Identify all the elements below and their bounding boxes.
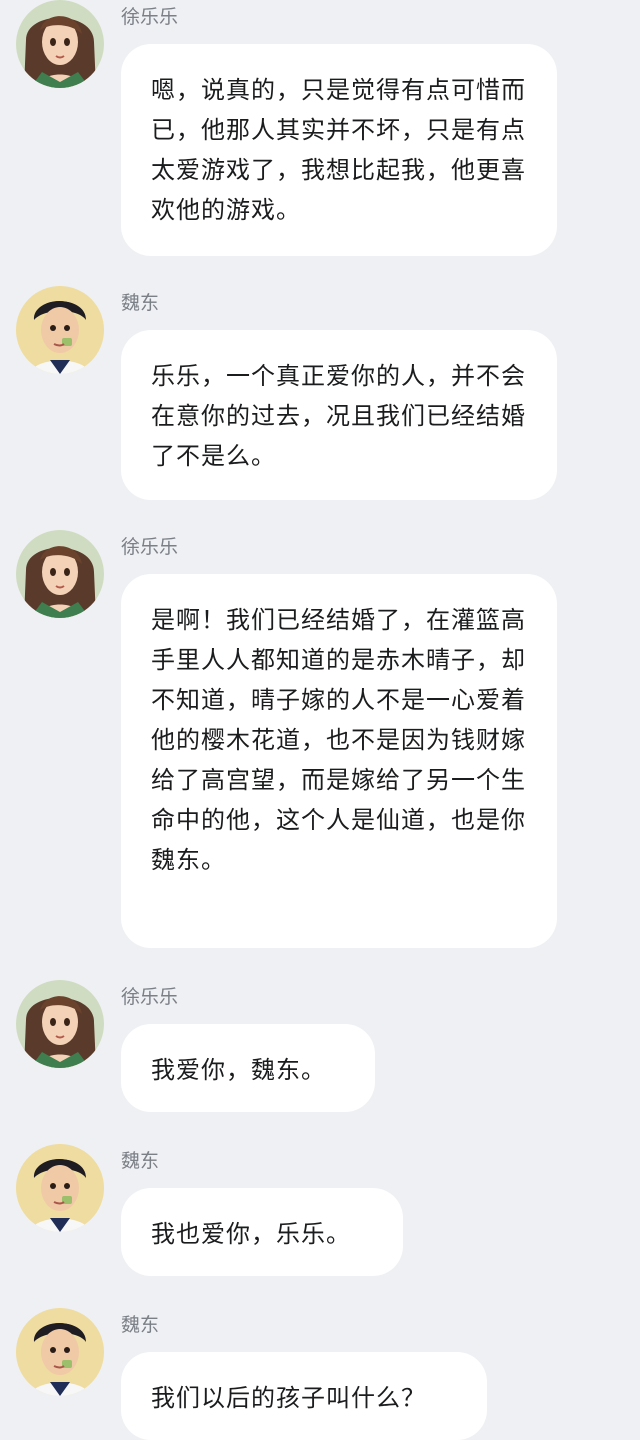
sender-name: 魏东 (121, 1314, 160, 1336)
man-with-dark-hair-avatar-icon (16, 286, 104, 374)
girl-with-brown-hair-avatar-icon (16, 530, 104, 618)
chat-message: 魏东 我们以后的孩子叫什么？ (0, 1308, 640, 1440)
chat-message: 徐乐乐 我爱你，魏东。 (0, 980, 640, 1120)
man-with-dark-hair-avatar-icon (16, 1144, 104, 1232)
chat-message: 魏东 乐乐，一个真正爱你的人，并不会在意你的过去，况且我们已经结婚了不是么。 (0, 286, 640, 506)
sender-name: 徐乐乐 (121, 536, 179, 558)
chat-message: 徐乐乐 是啊！我们已经结婚了，在灌篮高手里人人都知道的是赤木晴子，却不知道，晴子… (0, 530, 640, 950)
message-bubble[interactable]: 我爱你，魏东。 (121, 1024, 375, 1112)
avatar[interactable] (16, 530, 104, 618)
avatar[interactable] (16, 1308, 104, 1396)
girl-with-brown-hair-avatar-icon (16, 980, 104, 1068)
chat-message: 魏东 我也爱你，乐乐。 (0, 1144, 640, 1284)
message-bubble[interactable]: 是啊！我们已经结婚了，在灌篮高手里人人都知道的是赤木晴子，却不知道，晴子嫁的人不… (121, 574, 557, 948)
message-bubble[interactable]: 我们以后的孩子叫什么？ (121, 1352, 487, 1440)
sender-name: 徐乐乐 (121, 986, 179, 1008)
message-bubble[interactable]: 嗯，说真的，只是觉得有点可惜而已，他那人其实并不坏，只是有点太爱游戏了，我想比起… (121, 44, 557, 256)
man-with-dark-hair-avatar-icon (16, 1308, 104, 1396)
chat-message: 徐乐乐 嗯，说真的，只是觉得有点可惜而已，他那人其实并不坏，只是有点太爱游戏了，… (0, 0, 640, 270)
avatar[interactable] (16, 0, 104, 88)
sender-name: 魏东 (121, 1150, 160, 1172)
sender-name: 魏东 (121, 292, 160, 314)
message-bubble[interactable]: 乐乐，一个真正爱你的人，并不会在意你的过去，况且我们已经结婚了不是么。 (121, 330, 557, 500)
chat-message-list: 徐乐乐 嗯，说真的，只是觉得有点可惜而已，他那人其实并不坏，只是有点太爱游戏了，… (0, 0, 640, 1440)
avatar[interactable] (16, 286, 104, 374)
avatar[interactable] (16, 980, 104, 1068)
girl-with-brown-hair-avatar-icon (16, 0, 104, 88)
avatar[interactable] (16, 1144, 104, 1232)
message-bubble[interactable]: 我也爱你，乐乐。 (121, 1188, 403, 1276)
sender-name: 徐乐乐 (121, 6, 179, 28)
